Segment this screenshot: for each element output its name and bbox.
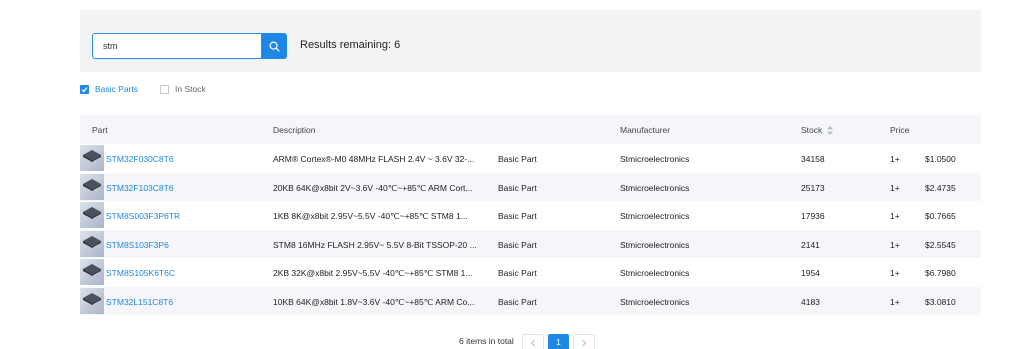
in-stock-label[interactable]: In Stock: [175, 84, 206, 94]
price-qty-cell: 1+: [890, 268, 900, 278]
header-price: Price: [890, 125, 910, 135]
page-1-button[interactable]: 1: [548, 334, 569, 349]
basic-parts-label[interactable]: Basic Parts: [95, 84, 138, 94]
description-cell: 10KB 64K@x8bit 1.8V~3.6V -40℃~+85℃ ARM C…: [273, 296, 475, 307]
price-cell: $6.7980: [925, 268, 956, 278]
results-remaining: Results remaining: 6: [300, 39, 401, 51]
table-row: STM32F030C8T6 ARM® Cortex®-M0 48MHz FLASH…: [80, 144, 981, 173]
header-manufacturer: Manufacturer: [620, 125, 671, 135]
table-header: Part Description Manufacturer Stock Pric…: [80, 115, 981, 144]
description-cell: ARM® Cortex®-M0 48MHz FLASH 2.4V ~ 3.6V …: [273, 154, 475, 164]
part-thumbnail[interactable]: [80, 173, 104, 200]
chevron-right-icon: [582, 339, 587, 347]
part-type-cell: Basic Part: [498, 154, 537, 164]
header-stock[interactable]: Stock: [801, 125, 834, 135]
manufacturer-cell: Stmicroelectronics: [620, 268, 690, 278]
stock-cell: 25173: [801, 182, 825, 193]
manufacturer-cell: Stmicroelectronics: [620, 211, 690, 221]
part-type-cell: Basic Part: [498, 211, 537, 221]
manufacturer-cell: Stmicroelectronics: [620, 154, 690, 164]
part-number-link[interactable]: STM8S103F3P6: [106, 240, 169, 250]
search-panel: Results remaining: 6: [80, 10, 981, 72]
part-number-link[interactable]: STM32L151C8T6: [106, 297, 173, 307]
price-cell: $2.5545: [925, 239, 956, 250]
stock-cell: 34158: [801, 154, 825, 164]
header-part: Part: [92, 125, 108, 135]
price-cell: $0.7665: [925, 211, 956, 221]
search-box[interactable]: [92, 33, 262, 59]
price-qty-cell: 1+: [890, 239, 900, 250]
description-cell: 1KB 8K@x8bit 2.95V~5.5V -40℃~+85℃ STM8 1…: [273, 211, 468, 221]
price-qty-cell: 1+: [890, 154, 900, 164]
chevron-left-icon: [530, 339, 535, 347]
description-cell: STM8 16MHz FLASH 2.95V~ 5.5V 8-Bit TSSOP…: [273, 239, 477, 250]
part-type-cell: Basic Part: [498, 182, 537, 193]
filter-basic-parts[interactable]: Basic Parts: [80, 84, 138, 94]
part-thumbnail[interactable]: [80, 145, 104, 171]
part-number-link[interactable]: STM32F030C8T6: [106, 154, 174, 164]
part-type-cell: Basic Part: [498, 268, 537, 278]
part-thumbnail[interactable]: [80, 287, 104, 314]
table-row: STM8S105K6T6C 2KB 32K@x8bit 2.95V~5.5V -4…: [80, 258, 981, 287]
parts-table: Part Description Manufacturer Stock Pric…: [80, 115, 981, 315]
part-type-cell: Basic Part: [498, 239, 537, 250]
part-thumbnail[interactable]: [80, 259, 104, 285]
sort-icon[interactable]: [827, 125, 834, 135]
filter-in-stock[interactable]: In Stock: [160, 84, 206, 94]
search-icon: [269, 41, 280, 52]
part-type-cell: Basic Part: [498, 296, 537, 307]
part-thumbnail[interactable]: [80, 202, 104, 228]
price-cell: $3.0810: [925, 296, 956, 307]
table-row: STM32L151C8T6 10KB 64K@x8bit 1.8V~3.6V -4…: [80, 286, 981, 315]
stock-cell: 2141: [801, 239, 820, 250]
items-total: 6 items in total: [459, 336, 514, 346]
stock-cell: 4183: [801, 296, 820, 307]
price-cell: $2.4735: [925, 182, 956, 193]
next-page-button[interactable]: [573, 334, 595, 349]
header-description: Description: [273, 125, 316, 135]
price-qty-cell: 1+: [890, 296, 900, 307]
description-cell: 2KB 32K@x8bit 2.95V~5.5V -40℃~+85℃ STM8 …: [273, 268, 473, 278]
part-number-link[interactable]: STM8S003F3P6TR: [106, 211, 180, 221]
manufacturer-cell: Stmicroelectronics: [620, 182, 690, 193]
price-qty-cell: 1+: [890, 182, 900, 193]
table-row: STM32F103C8T6 20KB 64K@x8bit 2V~3.6V -40℃…: [80, 172, 981, 201]
filter-bar: Basic Parts In Stock: [80, 84, 228, 94]
table-body: STM32F030C8T6 ARM® Cortex®-M0 48MHz FLASH…: [80, 144, 981, 315]
description-cell: 20KB 64K@x8bit 2V~3.6V -40℃~+85℃ ARM Cor…: [273, 182, 473, 193]
part-number-link[interactable]: STM8S105K6T6C: [106, 268, 175, 278]
search-input[interactable]: [93, 34, 261, 58]
basic-parts-checkbox[interactable]: [80, 84, 89, 94]
manufacturer-cell: Stmicroelectronics: [620, 296, 690, 307]
stock-cell: 1954: [801, 268, 820, 278]
price-qty-cell: 1+: [890, 211, 900, 221]
search-button[interactable]: [262, 33, 287, 59]
pagination: 6 items in total 1: [0, 333, 1033, 349]
price-cell: $1.0500: [925, 154, 956, 164]
header-stock-label: Stock: [801, 125, 823, 135]
manufacturer-cell: Stmicroelectronics: [620, 239, 690, 250]
part-number-link[interactable]: STM32F103C8T6: [106, 183, 174, 193]
in-stock-checkbox[interactable]: [160, 84, 169, 94]
stock-cell: 17936: [801, 211, 825, 221]
prev-page-button[interactable]: [522, 334, 544, 349]
table-row: STM8S103F3P6 STM8 16MHz FLASH 2.95V~ 5.5V…: [80, 229, 981, 258]
part-thumbnail[interactable]: [80, 230, 104, 257]
check-icon: [81, 86, 88, 92]
table-row: STM8S003F3P6TR 1KB 8K@x8bit 2.95V~5.5V -4…: [80, 201, 981, 230]
